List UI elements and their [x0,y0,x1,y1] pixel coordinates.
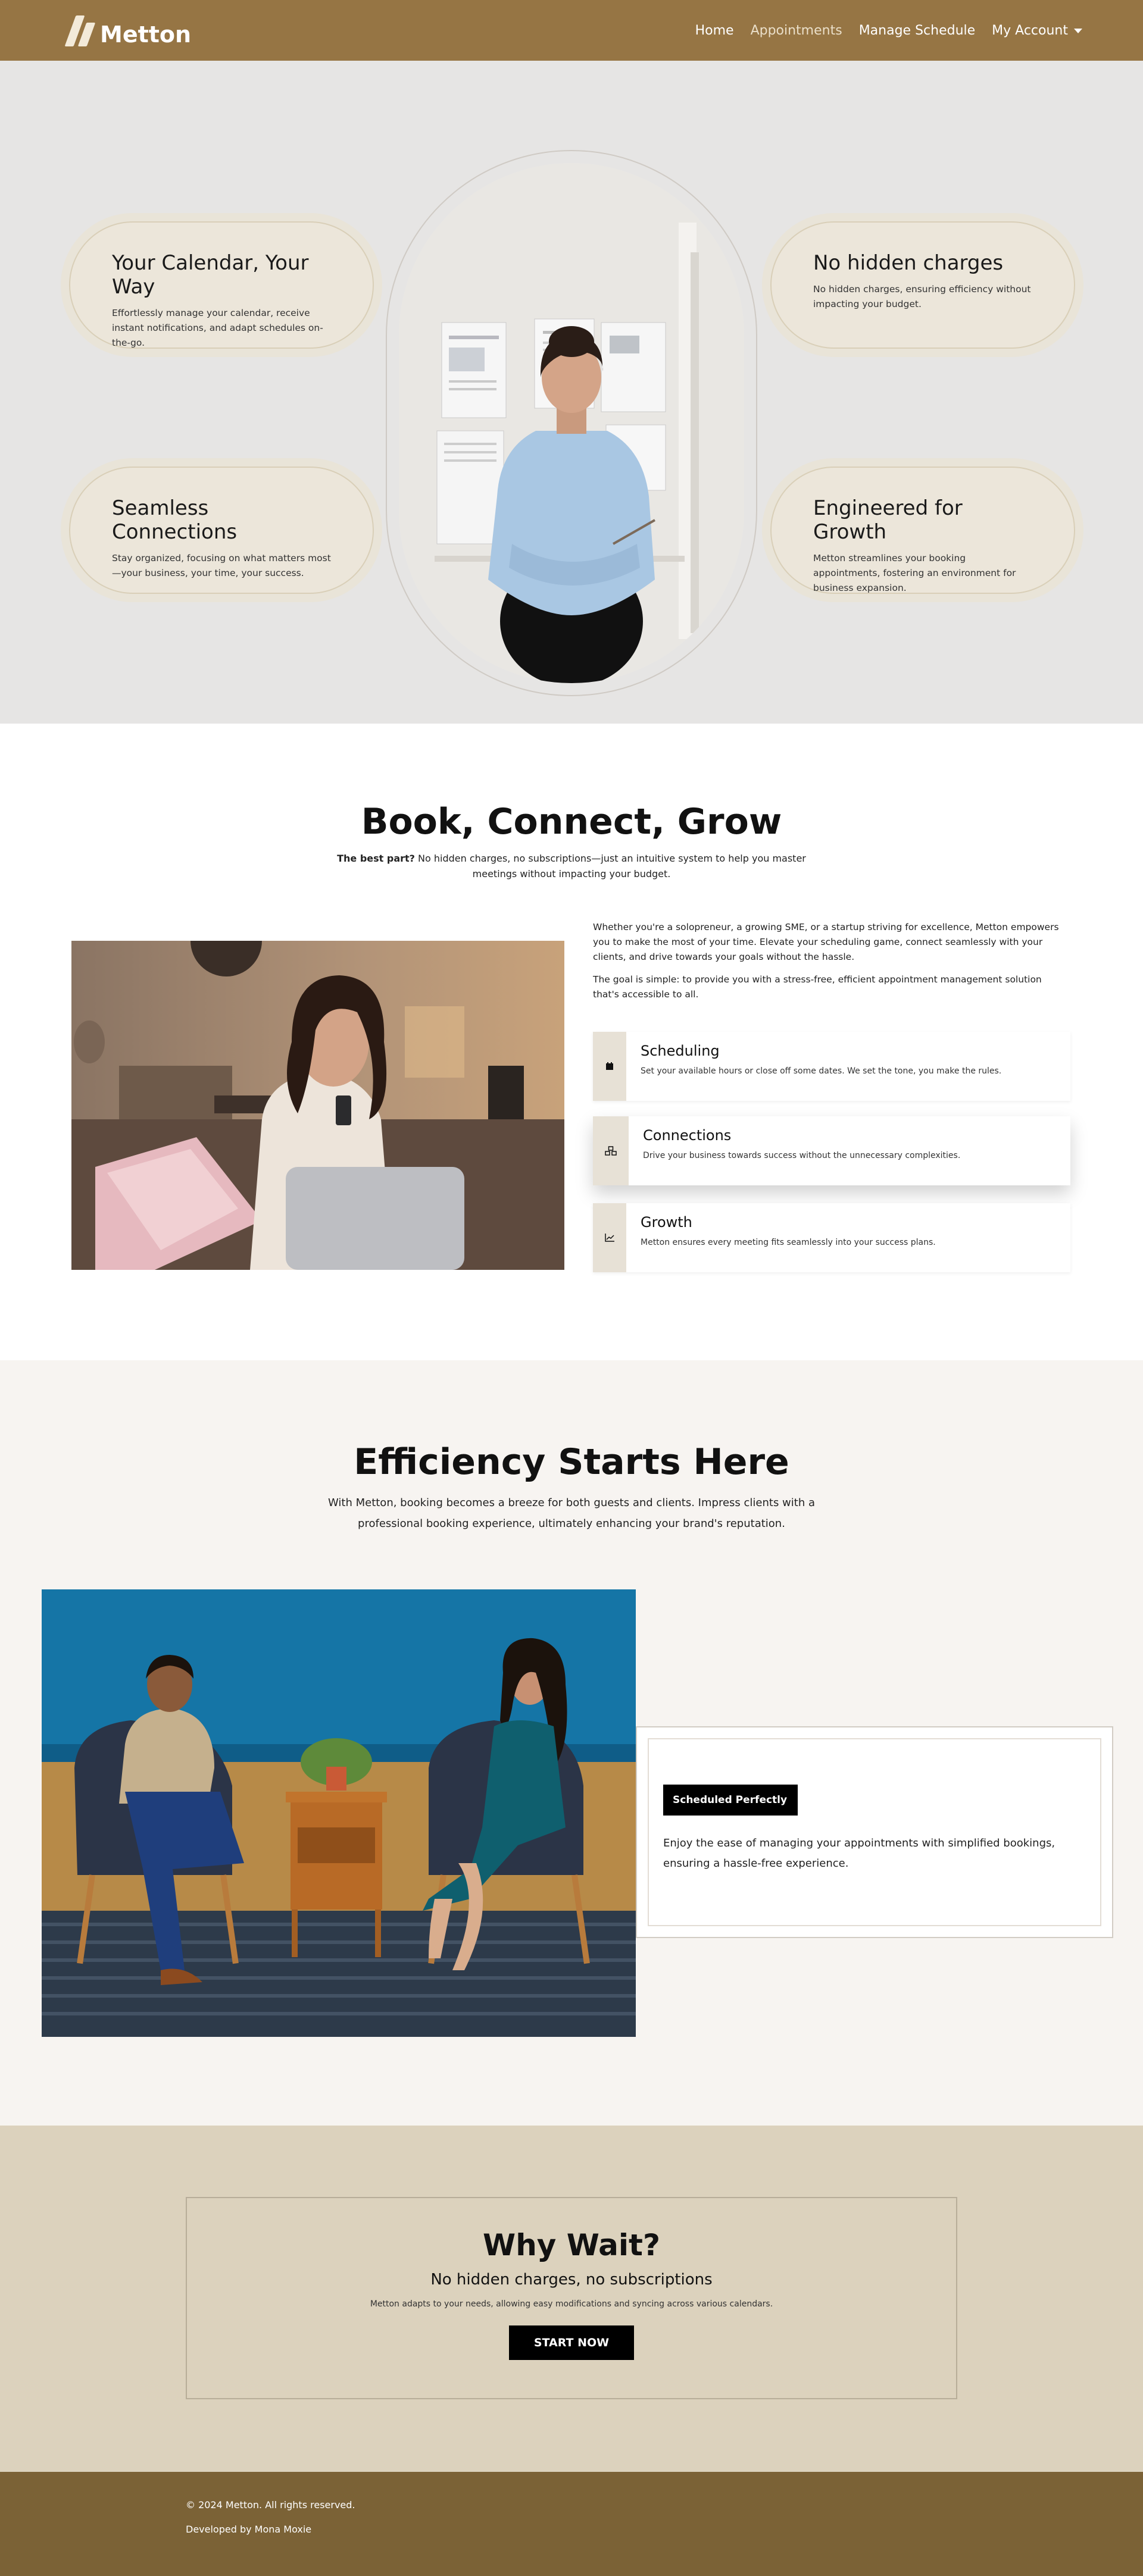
book-paragraph-2: The goal is simple: to provide you with … [593,974,1042,1000]
footer-copyright: © 2024 Metton. All rights reserved. [186,2499,355,2511]
footer-credit: Developed by Mona Moxie [186,2524,312,2535]
card-text: Metton ensures every meeting fits seamle… [641,1238,936,1247]
people-icon [605,1146,617,1156]
section-subtitle: The best part? No hidden charges, no sub… [333,851,810,881]
section-lead: With Metton, booking becomes a breeze fo… [328,1497,815,1530]
card-text: Drive your business towards success with… [643,1151,961,1160]
woman-with-phone-photo [71,941,564,1270]
card-title: Growth [641,1214,692,1231]
book-connect-grow-section: Book, Connect, Grow The best part? No hi… [0,724,1143,1360]
start-now-button[interactable]: START NOW [509,2325,634,2360]
efficiency-section: Efficiency Starts Here With Metton, book… [0,1360,1143,2126]
nav-link-home[interactable]: Home [695,23,734,38]
feature-title: Seamless Connections [112,496,238,544]
dropdown-caret-icon [1074,28,1082,33]
nav-link-manage-schedule[interactable]: Manage Schedule [859,23,975,38]
card-growth[interactable]: Growth Metton ensures every meeting fits… [593,1203,1070,1272]
nav-link-my-account[interactable]: My Account [992,23,1082,38]
hero-section: Your Calendar, Your Way Effortlessly man… [0,61,1143,724]
card-text: Set your available hours or close off so… [641,1066,1002,1076]
efficiency-card: Scheduled Perfectly Enjoy the ease of ma… [636,1726,1113,1938]
scheduled-perfectly-badge: Scheduled Perfectly [663,1785,798,1816]
feature-engineered-growth: Engineered for Growth Metton streamlines… [770,467,1075,594]
card-title: Scheduling [641,1043,720,1059]
why-text: Metton adapts to your needs, allowing ea… [370,2299,773,2309]
feature-title: No hidden charges [813,251,1004,275]
metton-logo-icon [64,13,96,48]
book-description: Whether you're a solopreneur, a growing … [593,920,1069,1010]
footer: © 2024 Metton. All rights reserved. Deve… [0,2472,1143,2576]
efficiency-card-inner: Scheduled Perfectly Enjoy the ease of ma… [648,1738,1101,1926]
feature-title: Engineered for Growth [813,496,963,544]
my-account-label: My Account [992,23,1068,38]
feature-calendar: Your Calendar, Your Way Effortlessly man… [69,221,374,349]
feature-title: Your Calendar, Your Way [112,251,309,299]
brand-logo-link[interactable]: Metton [64,13,192,48]
why-subtitle: No hidden charges, no subscriptions [430,2271,713,2289]
feature-text: Effortlessly manage your calendar, recei… [112,308,323,348]
icon-strip [593,1032,626,1101]
hero-photo-woman [399,163,744,683]
feature-text: Metton streamlines your booking appointm… [813,553,1016,593]
section-title: Efficiency Starts Here [354,1441,789,1483]
card-scheduling[interactable]: Scheduling Set your available hours or c… [593,1032,1070,1101]
icon-strip [593,1116,629,1185]
why-title: Why Wait? [483,2228,660,2262]
subtitle-bold: The best part? [337,853,415,864]
brand-name: Metton [100,21,192,48]
meeting-photo [42,1589,636,2037]
feature-text: No hidden charges, ensuring efficiency w… [813,284,1031,309]
book-paragraph-1: Whether you're a solopreneur, a growing … [593,922,1059,962]
feature-seamless-connections: Seamless Connections Stay organized, foc… [69,467,374,594]
calendar-icon [606,1062,613,1070]
nav-link-appointments[interactable]: Appointments [751,23,842,38]
subtitle-text: No hidden charges, no subscriptions—just… [414,853,806,879]
card-title: Connections [643,1127,732,1144]
efficiency-card-text: Enjoy the ease of managing your appointm… [663,1837,1055,1870]
chart-icon [605,1234,614,1242]
navbar: Metton Home Appointments Manage Schedule… [0,0,1143,61]
section-title: Book, Connect, Grow [361,801,782,843]
why-wait-box: Why Wait? No hidden charges, no subscrip… [186,2197,957,2399]
card-connections[interactable]: Connections Drive your business towards … [593,1116,1070,1185]
why-wait-section: Why Wait? No hidden charges, no subscrip… [0,2126,1143,2472]
feature-text: Stay organized, focusing on what matters… [112,553,331,578]
nav-links: Home Appointments Manage Schedule My Acc… [695,23,1082,38]
feature-no-hidden-charges: No hidden charges No hidden charges, ens… [770,221,1075,349]
icon-strip [593,1203,626,1272]
